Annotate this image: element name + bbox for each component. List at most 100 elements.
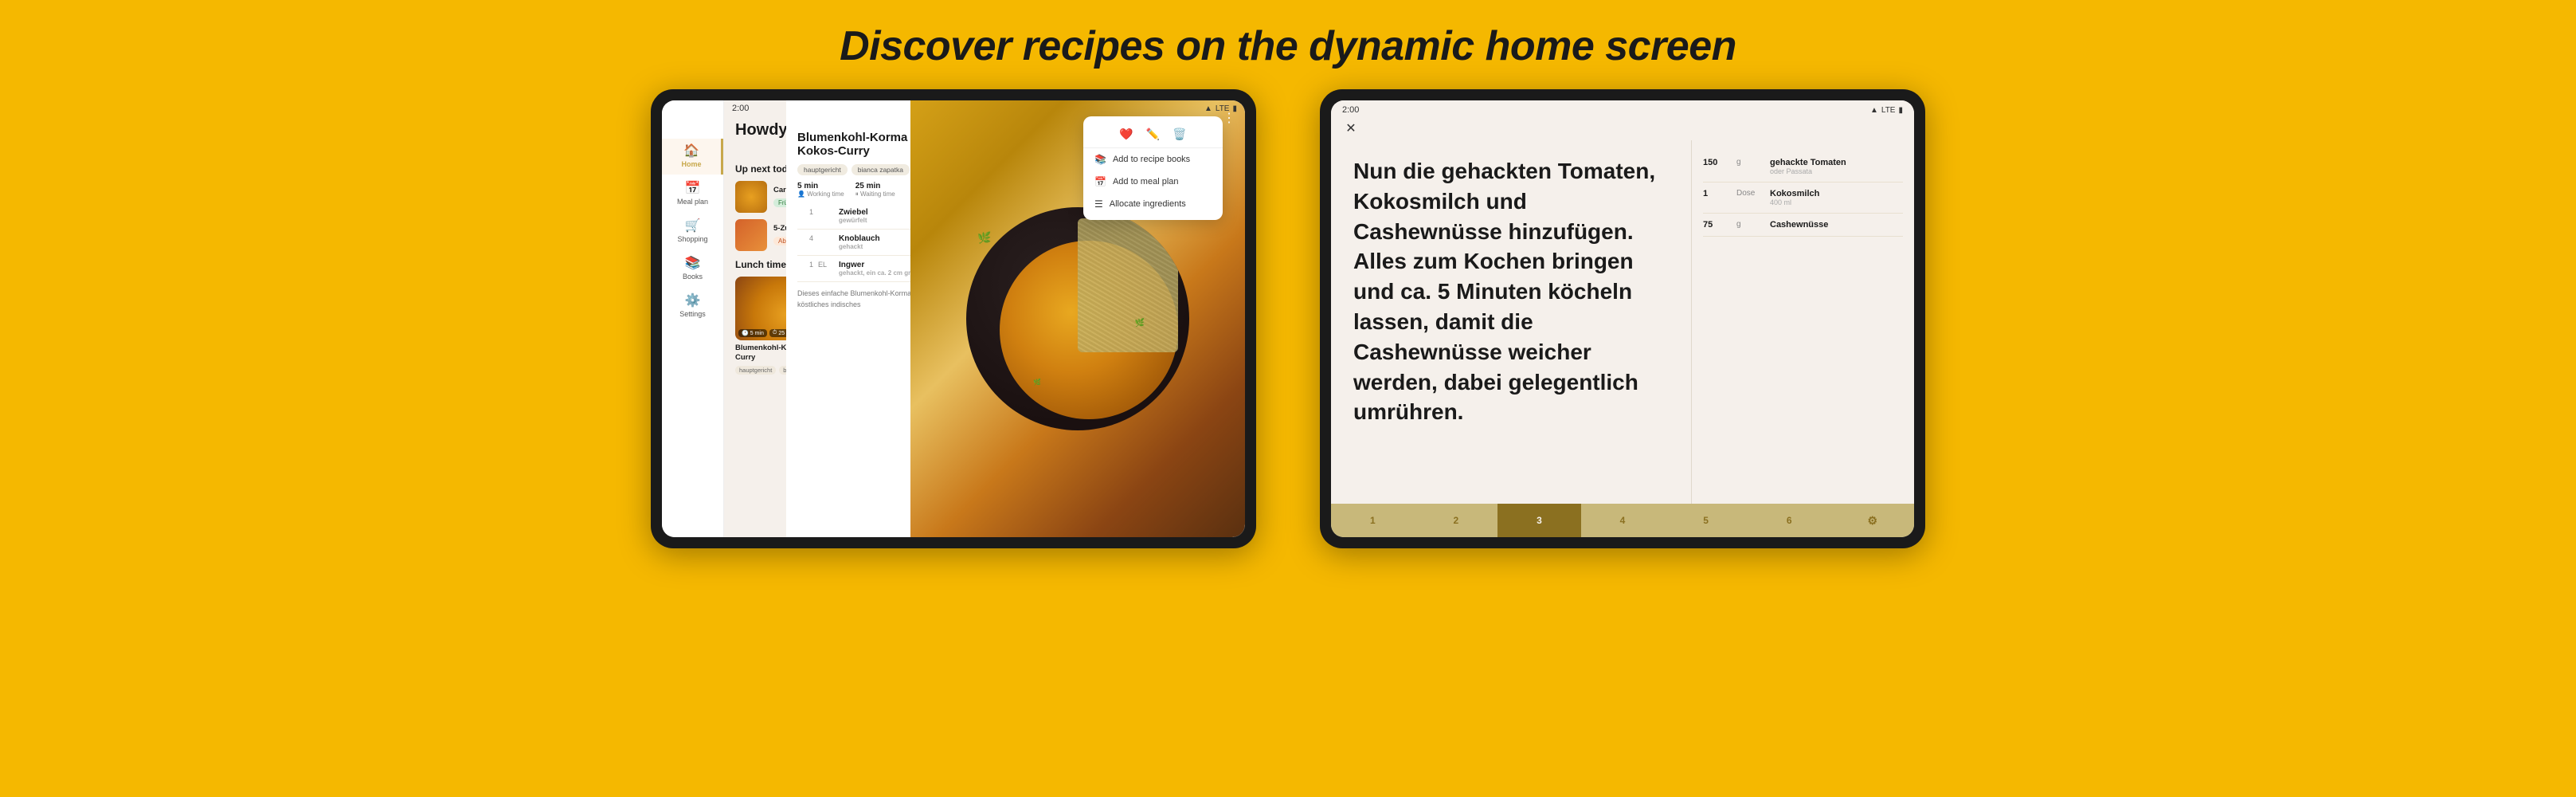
mealplan-icon: 📅: [685, 183, 701, 195]
detail-tag-2: bianca zapatka: [851, 164, 910, 175]
sidebar-item-mealplan[interactable]: 📅 Meal plan: [662, 176, 723, 212]
right-screen: 2:00 ▲ LTE ▮ ✕ Nun die gehackten Tomaten…: [1331, 100, 1914, 537]
right-wifi-icon: ▲: [1870, 106, 1878, 115]
rt-ing-sub-2: 400 ml: [1770, 198, 1903, 206]
left-status-icons: ▲ LTE ▮: [1204, 104, 1237, 113]
nav-step-4[interactable]: 4: [1581, 504, 1665, 537]
sidebar-label-shopping: Shopping: [677, 235, 707, 243]
sidebar-label-settings: Settings: [679, 310, 706, 318]
waiting-time-val: 25 min: [855, 182, 895, 190]
books-icon: 📚: [685, 257, 701, 270]
meal-plan-menu-icon: 📅: [1094, 176, 1106, 187]
shopping-icon: 🛒: [685, 220, 701, 233]
sidebar-label-mealplan: Meal plan: [677, 198, 708, 206]
books-menu-icon: 📚: [1094, 154, 1106, 165]
lte-icon: LTE: [1216, 104, 1230, 113]
tablets-container: 🏠 Home 📅 Meal plan 🛒 Shopping 📚 Books ⚙️: [0, 89, 2576, 548]
rt-ingredient-row-1: 150 g gehackte Tomaten oder Passata: [1703, 151, 1903, 183]
nav-settings[interactable]: ⚙: [1830, 504, 1914, 537]
herb-1: 🌿: [977, 231, 991, 245]
working-time-label: 👤 Working time: [797, 190, 844, 198]
clock-icon: 🕐: [742, 330, 749, 336]
ing-qty-3: 1: [797, 261, 813, 269]
right-lte-icon: LTE: [1881, 106, 1896, 115]
sidebar-item-settings[interactable]: ⚙️ Settings: [662, 289, 723, 324]
person-icon: 👤: [797, 190, 805, 198]
wait-icon: ⏱: [773, 330, 777, 336]
rt-nav-bar: 1 2 3 4 5 6 ⚙: [1331, 504, 1914, 537]
right-battery-icon: ▮: [1898, 106, 1903, 115]
waiting-time-label: ⏸ Waiting time: [855, 190, 895, 198]
left-time: 2:00: [732, 104, 749, 113]
right-time: 2:00: [1342, 105, 1359, 115]
rt-ing-qty-2: 1: [1703, 189, 1732, 198]
left-screen: 🏠 Home 📅 Meal plan 🛒 Shopping 📚 Books ⚙️: [662, 100, 1245, 537]
allocate-ingredients-item[interactable]: ☰ Allocate ingredients: [1083, 193, 1223, 215]
time-badge-1: 🕐 5 min: [738, 329, 767, 337]
settings-icon: ⚙️: [685, 295, 701, 308]
herb-2: 🌿: [1135, 319, 1145, 328]
edit-icon[interactable]: ✏️: [1146, 128, 1160, 141]
sidebar-item-shopping[interactable]: 🛒 Shopping: [662, 214, 723, 249]
heart-icon[interactable]: ❤️: [1119, 128, 1133, 141]
rt-main: Nun die gehackten Tomaten, Kokosmilch un…: [1331, 140, 1914, 504]
add-to-recipe-books-label: Add to recipe books: [1113, 155, 1190, 164]
dish-bowl: 🌿: [966, 207, 1189, 430]
nav-step-3[interactable]: 3: [1497, 504, 1581, 537]
context-menu: ❤️ ✏️ 🗑️ 📚 Add to recipe books 📅 Add to …: [1083, 116, 1223, 220]
rt-ing-info-2: Kokosmilch 400 ml: [1770, 189, 1903, 206]
sidebar-item-home[interactable]: 🏠 Home: [662, 139, 723, 175]
sidebar-item-books[interactable]: 📚 Books: [662, 251, 723, 287]
main-content: 2:00 ▲ LTE ▮ Howdy 🤠 🔍 ⛶: [724, 100, 1245, 537]
rt-ing-info-3: Cashewnüsse: [1770, 220, 1903, 230]
nav-step-6[interactable]: 6: [1748, 504, 1831, 537]
rt-ing-info-1: gehackte Tomaten oder Passata: [1770, 158, 1903, 175]
sidebar: 🏠 Home 📅 Meal plan 🛒 Shopping 📚 Books ⚙️: [662, 100, 724, 537]
delete-icon[interactable]: 🗑️: [1173, 128, 1186, 141]
step-text-area: Nun die gehackten Tomaten, Kokosmilch un…: [1331, 140, 1691, 504]
ing-qty-1: 1: [797, 208, 813, 216]
pause-icon: ⏸: [855, 190, 859, 198]
rt-ing-sub-1: oder Passata: [1770, 167, 1903, 175]
right-tablet: 2:00 ▲ LTE ▮ ✕ Nun die gehackten Tomaten…: [1320, 89, 1925, 548]
left-status-bar: 2:00 ▲ LTE ▮: [724, 100, 1245, 116]
rt-ing-unit-2: Dose: [1736, 189, 1765, 198]
rt-ingredient-row-3: 75 g Cashewnüsse: [1703, 214, 1903, 237]
allocate-ingredients-label: Allocate ingredients: [1110, 199, 1186, 209]
recipe-fullscreen: 🌿 🌿 🌿 ⋮ ❤️ ✏️ 🗑️: [910, 100, 1245, 537]
rt-ing-qty-3: 75: [1703, 220, 1732, 230]
recipe-thumb-1: [735, 181, 767, 213]
ing-qty-2: 4: [797, 234, 813, 242]
rt-ing-unit-1: g: [1736, 158, 1765, 167]
close-row: ✕: [1331, 116, 1914, 140]
nav-step-2[interactable]: 2: [1415, 504, 1498, 537]
step-text: Nun die gehackten Tomaten, Kokosmilch un…: [1353, 156, 1669, 427]
home-icon: 🏠: [683, 145, 699, 158]
rt-ing-unit-3: g: [1736, 220, 1765, 229]
rt-ing-name-2: Kokosmilch: [1770, 189, 1903, 198]
nav-step-1[interactable]: 1: [1331, 504, 1415, 537]
add-to-recipe-books-item[interactable]: 📚 Add to recipe books: [1083, 148, 1223, 171]
rice: [1078, 218, 1178, 352]
list-menu-icon: ☰: [1094, 198, 1103, 210]
page-title: Discover recipes on the dynamic home scr…: [840, 22, 1736, 70]
right-status-bar: 2:00 ▲ LTE ▮: [1331, 100, 1914, 116]
context-menu-top: ❤️ ✏️ 🗑️: [1083, 121, 1223, 148]
working-time-val: 5 min: [797, 182, 844, 190]
working-time: 5 min 👤 Working time: [797, 182, 844, 198]
rt-ingredients-panel: 150 g gehackte Tomaten oder Passata 1 Do…: [1691, 140, 1914, 504]
recipe-detail-title: Blumenkohl-Korma Kokos-Curry: [797, 131, 924, 158]
waiting-time: 25 min ⏸ Waiting time: [855, 182, 895, 198]
nav-step-5[interactable]: 5: [1664, 504, 1748, 537]
ing-unit-3: EL: [818, 261, 834, 269]
rt-ing-name-3: Cashewnüsse: [1770, 220, 1903, 230]
wifi-icon: ▲: [1204, 104, 1212, 113]
recipe-thumb-2: [735, 219, 767, 251]
sidebar-label-home: Home: [681, 160, 701, 168]
rt-ingredient-row-2: 1 Dose Kokosmilch 400 ml: [1703, 183, 1903, 214]
close-button[interactable]: ✕: [1342, 120, 1360, 137]
add-to-meal-plan-item[interactable]: 📅 Add to meal plan: [1083, 171, 1223, 193]
add-to-meal-plan-label: Add to meal plan: [1113, 177, 1179, 186]
tag-hauptgericht: hauptgericht: [735, 366, 776, 375]
left-tablet: 🏠 Home 📅 Meal plan 🛒 Shopping 📚 Books ⚙️: [651, 89, 1256, 548]
